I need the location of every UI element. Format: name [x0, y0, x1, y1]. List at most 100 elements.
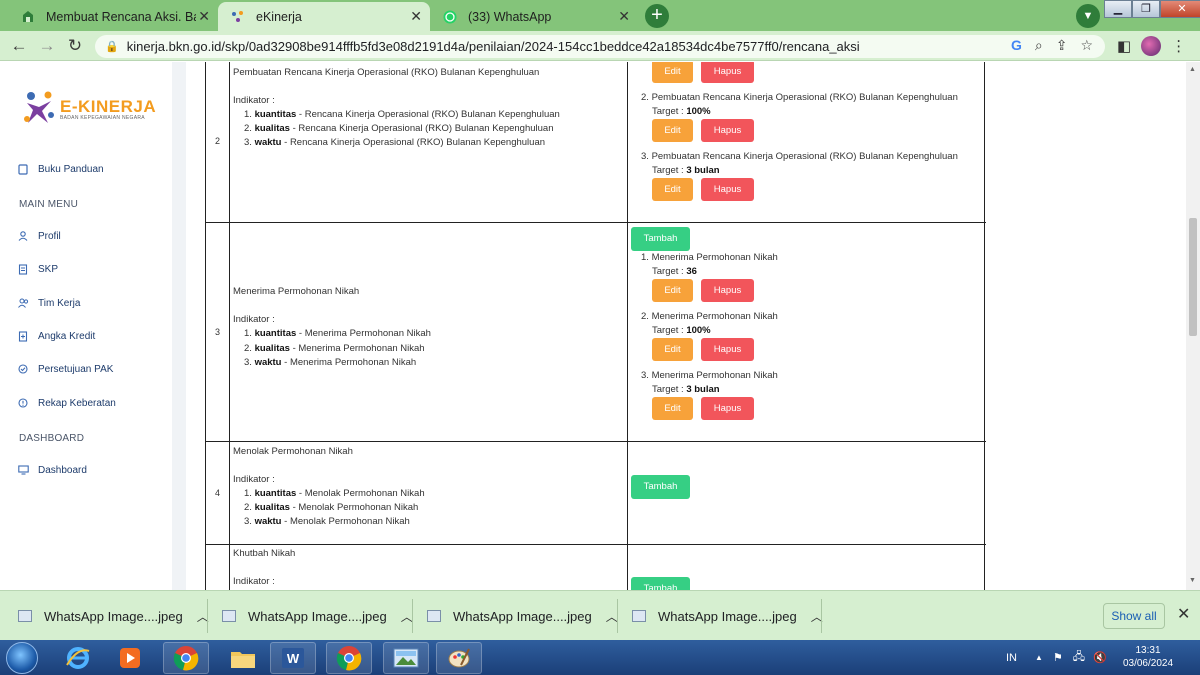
tab-title: (33) WhatsApp [468, 9, 552, 24]
bookmark-star-icon[interactable]: ☆ [1080, 37, 1093, 54]
sidebar-item-rekap-keberatan[interactable]: Rekap Keberatan [17, 397, 116, 409]
tab-rencana-aksi[interactable]: Membuat Rencana Aksi. Bagian I ✕ [8, 2, 218, 31]
paint-icon[interactable] [436, 642, 482, 674]
tambah-button[interactable]: Tambah [631, 227, 690, 251]
ekinerja-logo-icon [24, 91, 54, 123]
target-value: 3 bulan [686, 384, 720, 395]
show-all-button[interactable]: Show all [1103, 603, 1165, 629]
monitor-icon [17, 464, 29, 476]
reload-icon[interactable]: ↻ [64, 35, 86, 57]
chrome-taskbar-icon[interactable] [163, 642, 209, 674]
edit-button[interactable]: Edit [652, 178, 693, 201]
image-file-icon [427, 610, 441, 622]
menu-kebab-icon[interactable]: ⋮ [1171, 37, 1186, 55]
alert-circle-icon [17, 397, 29, 409]
close-tab-icon[interactable]: ✕ [410, 9, 422, 23]
ekinerja-logo[interactable]: E-KINERJA BADAN KEPEGAWAIAN NEGARA [22, 89, 156, 129]
rencana-aksi-cell: Tambah [628, 442, 984, 544]
edit-button[interactable]: Edit [652, 62, 693, 83]
indikator-text: - Rencana Kinerja Operasional (RKO) Bula… [296, 109, 560, 120]
photo-viewer-icon[interactable] [383, 642, 429, 674]
share-icon[interactable]: ⇪ [1056, 37, 1068, 54]
target-value: 36 [686, 266, 697, 277]
media-player-icon[interactable] [110, 642, 150, 674]
google-icon[interactable]: G [1011, 37, 1022, 54]
sidebar-item-skp[interactable]: SKP [17, 263, 58, 275]
language-indicator[interactable]: IN [1006, 652, 1017, 664]
scroll-up-icon[interactable]: ▲ [1189, 66, 1196, 73]
side-panel-icon[interactable]: ◧ [1117, 37, 1131, 55]
download-item[interactable]: WhatsApp Image....jpeg ︿ [18, 591, 209, 641]
download-divider [617, 599, 618, 633]
profile-avatar[interactable] [1141, 36, 1162, 56]
close-tab-icon[interactable]: ✕ [618, 9, 630, 23]
lock-icon[interactable]: 🔒 [105, 40, 119, 53]
scroll-thumb[interactable] [1189, 218, 1197, 336]
start-button[interactable] [6, 642, 38, 674]
sidebar-item-tim-kerja[interactable]: Tim Kerja [17, 297, 80, 309]
target-line: Target : 3 bulan [652, 384, 720, 395]
page-scrollbar[interactable]: ▲ ▼ [1186, 62, 1200, 590]
url-text[interactable]: kinerja.bkn.go.id/skp/0ad32908be914fffb5… [127, 39, 860, 54]
new-tab-button[interactable]: + [645, 4, 669, 28]
target-line: Target : 3 bulan [652, 165, 720, 176]
users-icon [17, 297, 29, 309]
indikator-kind: kuantitas [254, 488, 297, 499]
download-item[interactable]: WhatsApp Image....jpeg ︿ [427, 591, 618, 641]
tab-whatsapp[interactable]: (33) WhatsApp ✕ [430, 2, 638, 31]
tab-search-chevron-icon[interactable]: ▼ [1076, 4, 1100, 28]
hapus-button[interactable]: Hapus [701, 397, 754, 420]
rencana-aksi-text: Menerima Permohonan Nikah [651, 252, 778, 263]
close-tab-icon[interactable]: ✕ [198, 9, 210, 23]
action-center-flag-icon[interactable]: ⚑ [1053, 651, 1063, 664]
edit-button[interactable]: Edit [652, 279, 693, 302]
target-value: 100% [686, 106, 711, 117]
sidebar-item-angka-kredit[interactable]: Angka Kredit [17, 330, 95, 342]
sidebar-item-buku-panduan[interactable]: Buku Panduan [17, 163, 104, 175]
sidebar-item-label: Buku Panduan [38, 163, 104, 175]
close-window-button[interactable]: ✕ [1160, 0, 1200, 18]
indikator-item: 1. kuantitas - Menolak Permohonan Nikah [244, 488, 425, 499]
whatsapp-icon [442, 9, 458, 25]
chrome-profile-taskbar-icon[interactable] [326, 642, 372, 674]
sidebar-item-persetujuan-pak[interactable]: Persetujuan PAK [17, 363, 113, 375]
address-bar[interactable]: 🔒 kinerja.bkn.go.id/skp/0ad32908be914fff… [95, 35, 1105, 58]
download-filename: WhatsApp Image....jpeg [658, 608, 797, 624]
file-explorer-icon[interactable] [220, 642, 266, 674]
internet-explorer-icon[interactable] [58, 642, 98, 674]
tambah-button[interactable]: Tambah [631, 475, 690, 499]
hapus-button[interactable]: Hapus [701, 178, 754, 201]
clock[interactable]: 13:31 03/06/2024 [1118, 644, 1178, 670]
hapus-button[interactable]: Hapus [701, 119, 754, 142]
tray-expand-icon[interactable]: ▲ [1035, 653, 1043, 662]
scroll-down-icon[interactable]: ▼ [1189, 577, 1196, 584]
hapus-button[interactable]: Hapus [701, 338, 754, 361]
hapus-button[interactable]: Hapus [701, 279, 754, 302]
download-item[interactable]: WhatsApp Image....jpeg ︿ [632, 591, 823, 641]
tambah-button[interactable]: Tambah [631, 577, 690, 590]
sidebar-item-dashboard[interactable]: Dashboard [17, 464, 87, 476]
indikator-text: - Rencana Kinerja Operasional (RKO) Bula… [289, 123, 554, 134]
chevron-up-icon[interactable]: ︿ [401, 608, 413, 625]
word-icon[interactable]: W [270, 642, 316, 674]
zoom-icon[interactable]: ⌕ [1035, 37, 1043, 54]
maximize-button[interactable]: ❐ [1132, 0, 1160, 18]
indikator-kind: waktu [254, 357, 282, 368]
chevron-up-icon[interactable]: ︿ [606, 608, 618, 625]
edit-button[interactable]: Edit [652, 338, 693, 361]
hapus-button[interactable]: Hapus [701, 62, 754, 83]
rencana-kinerja-cell: Menerima Permohonan Nikah Indikator : 1.… [230, 223, 628, 441]
indikator-kind: kuantitas [254, 328, 297, 339]
download-item[interactable]: WhatsApp Image....jpeg ︿ [222, 591, 413, 641]
tab-ekinerja[interactable]: eKinerja ✕ [218, 2, 430, 31]
volume-icon[interactable]: 🔇 [1093, 651, 1107, 664]
sidebar-item-profil[interactable]: Profil [17, 230, 61, 242]
forward-arrow-icon[interactable]: → [36, 35, 58, 57]
edit-button[interactable]: Edit [652, 119, 693, 142]
minimize-button[interactable]: ▁ [1104, 0, 1132, 18]
edit-button[interactable]: Edit [652, 397, 693, 420]
close-icon[interactable]: ✕ [1177, 604, 1190, 624]
back-arrow-icon[interactable]: ← [8, 35, 30, 57]
network-icon[interactable]: 🖧 [1073, 648, 1085, 667]
table-row: 4 Menolak Permohonan Nikah Indikator : 1… [206, 441, 986, 544]
